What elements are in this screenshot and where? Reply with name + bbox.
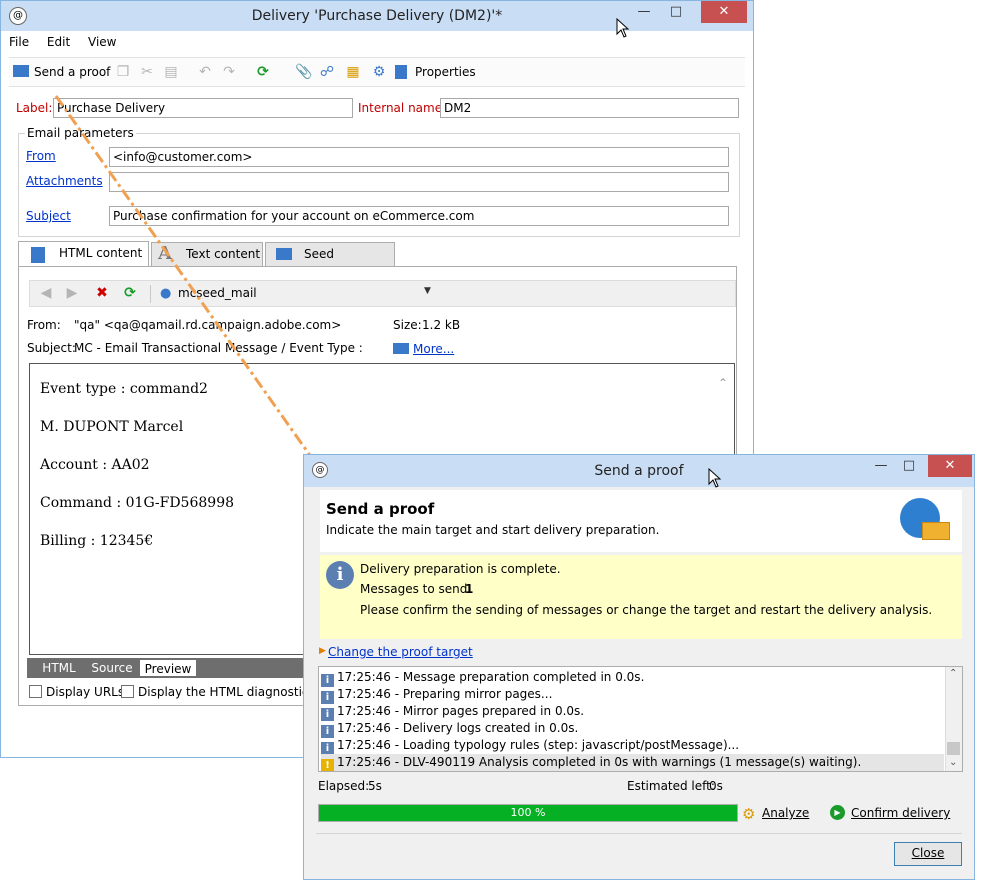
log-text: 17:25:46 - Loading typology rules (step:… — [337, 738, 740, 752]
cursor-icon — [708, 468, 722, 488]
log-text: 17:25:46 - DLV-490119 Analysis completed… — [337, 755, 862, 769]
triangle-right-icon: ▶ — [319, 646, 326, 656]
messages-value: 1 — [465, 582, 474, 596]
info-line3: Please confirm the sending of messages o… — [360, 603, 933, 617]
progress-bar: 100 % — [318, 804, 738, 822]
warning-icon: ! — [321, 759, 334, 771]
analyze-label: Analyze — [762, 806, 810, 820]
dialog-header: Send a proof Indicate the main target an… — [320, 490, 962, 552]
confirm-delivery-label: Confirm delivery — [851, 806, 951, 820]
scroll-down-icon[interactable]: ⌄ — [949, 757, 957, 768]
change-proof-target-link[interactable]: Change the proof target — [328, 645, 473, 659]
log-row: ! 17:25:46 - DLV-490119 Analysis complete… — [321, 754, 944, 771]
play-icon: ▶ — [830, 805, 845, 820]
messages-label: Messages to send: — [360, 582, 472, 596]
estimated-label: Estimated left: — [627, 779, 715, 793]
envelope-icon — [922, 522, 950, 540]
elapsed-value: 5s — [368, 779, 382, 793]
log-row: i 17:25:46 - Delivery logs created in 0.0… — [321, 720, 944, 738]
divider — [316, 833, 962, 834]
log-row: i 17:25:46 - Loading typology rules (step… — [321, 737, 944, 755]
log-row: i 17:25:46 - Preparing mirror pages... — [321, 686, 944, 704]
log-text: 17:25:46 - Message preparation completed… — [337, 670, 645, 684]
log-list[interactable]: i 17:25:46 - Message preparation complete… — [318, 666, 963, 772]
send-proof-dialog: @ Send a proof — □ ✕ Send a proof Indica… — [303, 454, 975, 880]
log-text: 17:25:46 - Preparing mirror pages... — [337, 687, 553, 701]
scroll-up-icon[interactable]: ⌃ — [949, 668, 957, 679]
log-row: i 17:25:46 - Mirror pages prepared in 0.0… — [321, 703, 944, 721]
log-row: i 17:25:46 - Message preparation complete… — [321, 669, 944, 687]
dialog-heading: Send a proof — [326, 500, 435, 518]
estimated-value: 0s — [709, 779, 723, 793]
progress-text: 100 % — [510, 806, 546, 819]
dialog-title-bar[interactable]: @ Send a proof — □ ✕ — [304, 455, 974, 487]
log-text: 17:25:46 - Mirror pages prepared in 0.0s… — [337, 704, 585, 718]
info-icon: i — [326, 561, 354, 589]
info-line1: Delivery preparation is complete. — [360, 562, 561, 576]
info-panel: i Delivery preparation is complete. Mess… — [320, 555, 962, 639]
minimize-icon[interactable]: — — [866, 455, 896, 477]
maximize-icon[interactable]: □ — [894, 455, 924, 477]
log-text: 17:25:46 - Delivery logs created in 0.0s… — [337, 721, 579, 735]
elapsed-label: Elapsed: — [318, 779, 370, 793]
close-button[interactable]: Close — [894, 842, 962, 866]
dialog-subheading: Indicate the main target and start deliv… — [326, 523, 660, 537]
close-icon[interactable]: ✕ — [928, 455, 972, 477]
scroll-thumb[interactable] — [947, 742, 960, 755]
cursor-icon — [616, 18, 630, 38]
log-scrollbar[interactable]: ⌃ ⌄ — [945, 667, 962, 771]
gear-icon: ⚙ — [742, 805, 756, 823]
